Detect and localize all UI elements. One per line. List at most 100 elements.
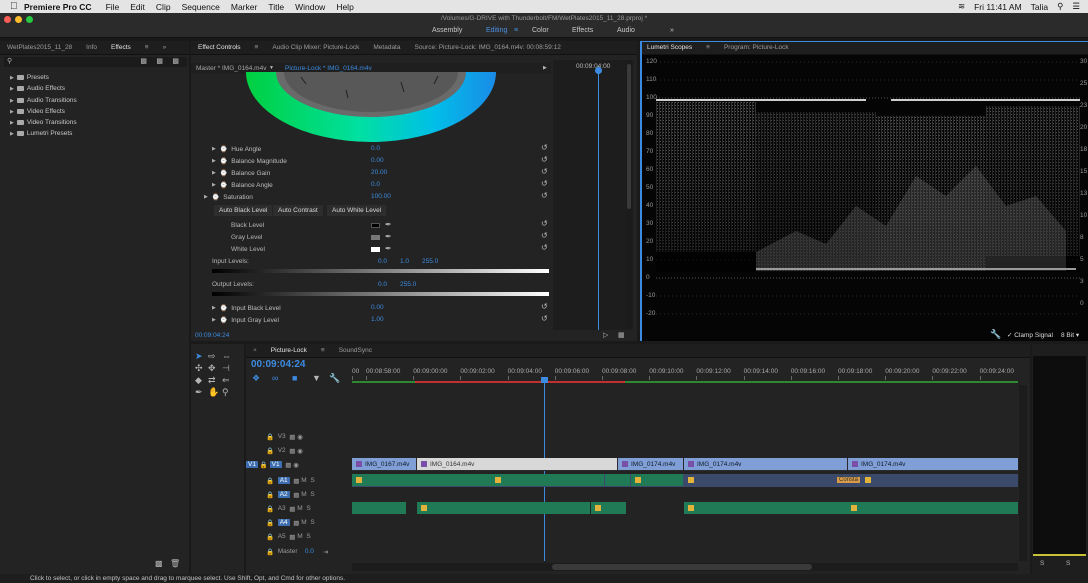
- tab-picture-lock[interactable]: Picture-Lock: [264, 347, 314, 354]
- spotlight-icon[interactable]: ⚲: [1057, 1, 1063, 12]
- pen-icon[interactable]: ✒: [195, 387, 203, 398]
- panel-menu-icon[interactable]: ≡: [248, 44, 266, 51]
- reset-icon[interactable]: ↺: [541, 219, 548, 228]
- close-tab-icon[interactable]: ×: [246, 347, 264, 354]
- param-balance-gain[interactable]: ▶ ⌚ Balance Gain: [212, 169, 270, 178]
- param-hue-angle[interactable]: ▶ ⌚ Hue Angle: [212, 145, 261, 154]
- track-name[interactable]: V1: [269, 461, 282, 468]
- lock-icon[interactable]: 🔒: [266, 548, 274, 556]
- audio-clip-a1-1[interactable]: [352, 474, 604, 486]
- menu-edit[interactable]: Edit: [130, 2, 145, 12]
- timeline-vertical-scrollbar[interactable]: [1019, 385, 1027, 561]
- saturation-value[interactable]: 100.00: [371, 193, 391, 200]
- param-input-black-level[interactable]: ▶ ⌚ Input Black Level: [212, 304, 281, 313]
- expand-icon[interactable]: ▶: [10, 120, 14, 126]
- clip-img0167[interactable]: IMG_0167.m4v: [352, 458, 416, 470]
- workspace-menu-icon[interactable]: ≡: [514, 27, 518, 34]
- color-wheel[interactable]: [246, 72, 496, 142]
- input-levels-black[interactable]: 0.0: [378, 258, 387, 265]
- snap-icon[interactable]: ❖: [252, 373, 260, 384]
- balance-gain-value[interactable]: 20.00: [371, 169, 387, 176]
- audio-clip-a1-2[interactable]: [605, 474, 630, 486]
- lock-icon[interactable]: 🔒: [266, 477, 274, 485]
- hand-tool-icon[interactable]: ✋: [208, 387, 219, 398]
- tree-audio-transitions[interactable]: ▶ Audio Transitions: [10, 97, 77, 104]
- linked-selection-icon[interactable]: ∞: [272, 373, 278, 383]
- track-name[interactable]: A4: [277, 519, 290, 526]
- tab-effect-controls[interactable]: Effect Controls: [191, 44, 248, 51]
- tab-source[interactable]: Source: Picture-Lock: IMG_0164.m4v: 00:0…: [407, 44, 567, 51]
- workspace-effects[interactable]: Effects: [572, 27, 593, 34]
- menu-help[interactable]: Help: [336, 2, 353, 12]
- white-level-swatch[interactable]: [371, 247, 380, 252]
- wifi-icon[interactable]: ≋: [958, 1, 965, 12]
- expand-icon[interactable]: ▶: [212, 317, 216, 323]
- expand-icon[interactable]: ▶: [10, 75, 14, 81]
- reset-icon[interactable]: ↺: [541, 179, 548, 188]
- menu-title[interactable]: Title: [268, 2, 284, 12]
- input-levels-gray[interactable]: 1.0: [400, 258, 409, 265]
- expand-icon[interactable]: ▶: [10, 98, 14, 104]
- track-name[interactable]: A5: [278, 533, 286, 540]
- stopwatch-icon[interactable]: ⌚: [219, 169, 227, 177]
- panel-menu-icon[interactable]: ≡: [138, 44, 156, 51]
- zoom-tool-icon[interactable]: ⚲: [222, 387, 229, 398]
- reset-icon[interactable]: ↺: [541, 167, 548, 176]
- slip-tool-icon[interactable]: ◆: [195, 375, 202, 386]
- audio-clip-a3-2[interactable]: [417, 502, 590, 514]
- transition-label[interactable]: Consta: [837, 477, 861, 483]
- sync-lock-icon[interactable]: ▩: [293, 491, 299, 499]
- solo-button[interactable]: S: [306, 533, 310, 540]
- solo-left-button[interactable]: S: [1040, 560, 1044, 567]
- expand-icon[interactable]: ▶: [212, 305, 216, 311]
- track-name[interactable]: A3: [278, 505, 286, 512]
- rate-stretch-tool-icon[interactable]: ✥: [208, 363, 216, 374]
- clip-img0174-a[interactable]: IMG_0174.m4v: [618, 458, 683, 470]
- tab-soundsync[interactable]: SoundSync: [332, 347, 379, 354]
- lock-icon[interactable]: 🔒: [266, 505, 274, 513]
- input-levels-white[interactable]: 255.0: [422, 258, 438, 265]
- solo-right-button[interactable]: S: [1066, 560, 1070, 567]
- ec-playhead-handle[interactable]: [595, 67, 602, 74]
- param-input-gray-level[interactable]: ▶ ⌚ Input Gray Level: [212, 316, 279, 325]
- tab-lumetri-scopes[interactable]: Lumetri Scopes: [640, 44, 699, 51]
- rolling-edit-tool-icon[interactable]: ✣: [195, 363, 203, 374]
- workspace-editing[interactable]: Editing: [486, 27, 507, 34]
- razor-tool-icon[interactable]: ⊣: [222, 363, 230, 374]
- reset-icon[interactable]: ↺: [541, 314, 548, 323]
- sync-lock-icon[interactable]: ▩: [289, 533, 295, 541]
- user-name[interactable]: Talia: [1031, 2, 1048, 12]
- selection-tool-icon[interactable]: ➤: [195, 351, 203, 362]
- app-menu[interactable]: Premiere Pro CC: [24, 2, 92, 12]
- timeline-timecode[interactable]: 00:09:04:24: [251, 359, 305, 370]
- stopwatch-icon[interactable]: ⌚: [211, 193, 219, 201]
- reset-icon[interactable]: ↺: [541, 231, 548, 240]
- timeline-playhead-handle[interactable]: [541, 377, 548, 383]
- stopwatch-icon[interactable]: ⌚: [219, 316, 227, 324]
- tab-info[interactable]: Info: [79, 44, 104, 51]
- mute-button[interactable]: M: [301, 491, 306, 498]
- reset-icon[interactable]: ↺: [541, 302, 548, 311]
- workspace-overflow-icon[interactable]: »: [670, 27, 674, 34]
- stopwatch-icon[interactable]: ⌚: [219, 145, 227, 153]
- tree-presets[interactable]: ▶ Presets: [10, 74, 49, 81]
- sequence-clip-label[interactable]: Picture-Lock * IMG_0164.m4v: [285, 65, 372, 72]
- eyedropper-icon[interactable]: ✒: [385, 220, 392, 229]
- expand-icon[interactable]: ▶: [212, 182, 216, 188]
- lock-icon[interactable]: 🔒: [266, 519, 274, 527]
- clamp-signal-checkbox[interactable]: ✓ Clamp Signal: [1007, 331, 1053, 339]
- trash-icon[interactable]: 🗑: [170, 559, 180, 568]
- ec-timecode[interactable]: 00:09:04:24: [195, 332, 229, 339]
- eye-icon[interactable]: ◉: [297, 433, 303, 441]
- expand-icon[interactable]: ▶: [212, 170, 216, 176]
- master-clip-label[interactable]: Master * IMG_0164.m4v: [196, 65, 266, 72]
- wrench-icon[interactable]: 🔧: [990, 329, 1001, 340]
- ec-timeline-area[interactable]: 00:09:04:00: [553, 60, 633, 330]
- timeline-settings-icon[interactable]: 🔧: [329, 373, 340, 384]
- auto-white-level-button[interactable]: Auto White Level: [327, 205, 387, 216]
- output-levels-black[interactable]: 0.0: [378, 281, 387, 288]
- menu-marker[interactable]: Marker: [231, 2, 257, 12]
- menu-window[interactable]: Window: [295, 2, 325, 12]
- sync-lock-icon[interactable]: ▩: [289, 505, 295, 513]
- panel-menu-icon[interactable]: ≡: [699, 44, 717, 51]
